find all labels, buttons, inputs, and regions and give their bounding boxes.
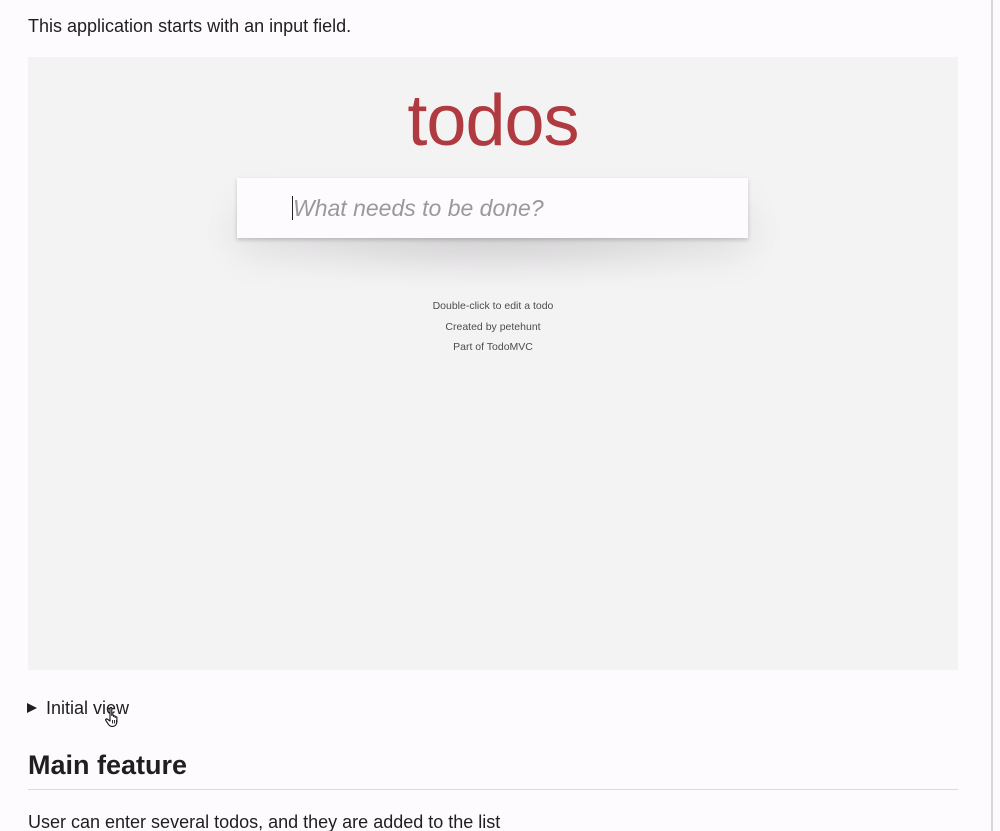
app-title: todos xyxy=(407,81,579,161)
intro-paragraph: This application starts with an input fi… xyxy=(28,16,352,36)
app-footer-info: Double-click to edit a todo Created by p… xyxy=(28,296,958,358)
hand-pointer-icon xyxy=(105,706,118,727)
info-edit-hint: Double-click to edit a todo xyxy=(432,300,554,312)
section-heading: Main feature xyxy=(28,750,188,780)
page: This application starts with an input fi… xyxy=(0,0,1000,831)
triangle-right-icon xyxy=(27,703,37,713)
section-divider xyxy=(28,789,958,790)
window-edge xyxy=(991,0,993,831)
new-todo-container[interactable] xyxy=(237,178,748,238)
info-author: Created by petehunt xyxy=(445,320,541,333)
info-todomvc: Part of TodoMVC xyxy=(453,341,533,353)
new-todo-input[interactable] xyxy=(293,178,733,238)
section-paragraph: User can enter several todos, and they a… xyxy=(28,812,501,831)
todo-app-screenshot: todos Double-click to edit a todo Create… xyxy=(28,57,958,670)
